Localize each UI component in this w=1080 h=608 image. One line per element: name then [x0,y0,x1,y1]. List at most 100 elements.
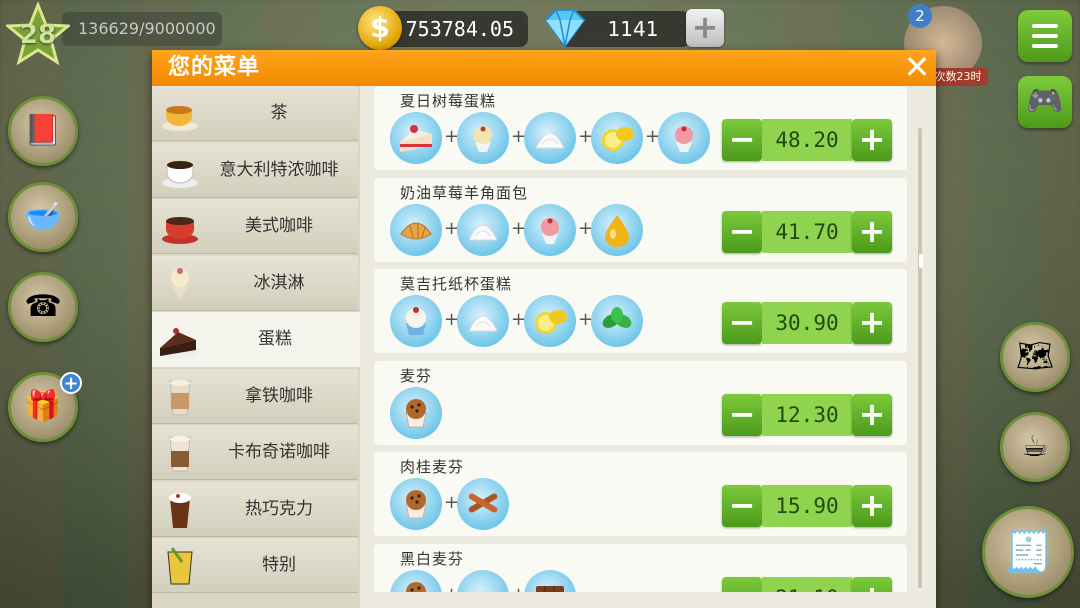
cinnamon-icon[interactable] [457,478,509,530]
gem-amount: 1141 [607,17,659,41]
cupcake-icon[interactable] [390,295,442,347]
price-stepper: −12.30 + [722,393,894,436]
recipe-card: 肉桂麦芬 + −15.90 + [374,452,907,536]
category-item[interactable]: 茶 [152,86,358,141]
recipe-card: 夏日树莓蛋糕 + + + + −48.20 + [374,86,907,170]
price-stepper: −48.20 + [722,119,894,161]
category-item[interactable]: 拿铁咖啡 [152,368,358,424]
recipe-card: 奶油草莓羊角面包 + + + −41.70 + [374,177,907,262]
menu-line [1032,34,1058,38]
cappuccino-icon [158,431,202,475]
scrollbar-thumb[interactable] [919,254,923,268]
recipe-name: 莫吉托纸杯蛋糕 [400,275,513,293]
whipped-cream-icon[interactable] [457,295,509,347]
category-item[interactable]: 意大利特浓咖啡 [152,142,358,198]
oil-drop-icon[interactable] [591,203,643,256]
category-label: 意大利特浓咖啡 [219,159,339,180]
increase-price-button[interactable]: + [852,485,892,527]
chocolate-icon[interactable] [524,569,576,592]
ingredients-button[interactable]: 🥣 [8,182,78,252]
decrease-price-button[interactable]: − [722,210,762,253]
vanilla-ice-cream-icon[interactable] [457,112,509,164]
category-label: 美式咖啡 [245,216,313,236]
diamond-icon [540,6,588,50]
menu-line [1032,24,1058,28]
event-badge-count: 2 [908,4,932,28]
category-item[interactable]: 蛋糕 [152,312,360,367]
coffee-cup-icon: ☕ [1021,429,1049,464]
croissant-icon[interactable] [390,203,442,256]
whipped-cream-icon[interactable] [457,569,509,592]
cash-register-icon: 🧾 [1003,529,1053,575]
decrease-price-button[interactable]: − [722,302,762,344]
hot-chocolate-icon [158,488,202,532]
category-label: 热巧克力 [245,498,313,519]
level-number: 28 [19,20,57,50]
whipped-cream-icon[interactable] [457,203,509,256]
recipe-book-button[interactable]: 📕 [8,96,78,166]
muffin-icon[interactable] [390,569,442,592]
price-value: 12.30 [762,393,852,436]
recipe-card: 麦芬 −12.30 + [374,360,907,445]
category-item[interactable]: 卡布奇诺咖啡 [152,425,358,480]
increase-price-button[interactable]: + [852,210,892,253]
coin-amount: 753784.05 [405,17,514,41]
phone-button[interactable]: ☎ [8,272,78,342]
ice-cream-icon [158,262,202,306]
decrease-price-button[interactable]: − [722,576,762,592]
add-gems-button[interactable]: + [686,9,724,47]
recipe-name: 夏日树莓蛋糕 [400,92,497,110]
whipped-cream-icon[interactable] [524,112,576,164]
dialog-title: 您的菜单 [168,55,261,80]
book-icon: 📕 [24,113,62,148]
recipe-name: 麦芬 [400,366,433,385]
category-item[interactable]: 美式咖啡 [152,199,358,254]
cash-register-button[interactable]: 🧾 [982,506,1074,598]
muffin-icon[interactable] [390,386,442,439]
menu-prices-button[interactable]: ☕ [1000,412,1070,482]
category-label: 冰淇淋 [253,272,305,293]
cake-slice-icon[interactable] [390,112,442,164]
category-sidebar: 茶意大利特浓咖啡 美式咖啡冰淇淋蛋糕拿铁咖啡卡布奇诺咖啡 热巧克力特别 [152,86,360,608]
tea-cup-icon [158,92,202,136]
xp-text: 136629/9000000 [78,19,216,38]
lemon-icon[interactable] [524,295,576,347]
event-timer: 次数23时 [928,68,988,86]
main-menu-button[interactable] [1018,10,1072,62]
decrease-price-button[interactable]: − [722,119,762,161]
category-label: 茶 [270,103,288,123]
recipe-list[interactable]: 夏日树莓蛋糕 + + + + −48.20 + 奶油草莓羊角面包 + + + −41.70 + 莫吉托纸杯… [364,86,930,592]
coin-icon: $ [358,6,402,50]
price-value: 15.90 [762,485,852,527]
strawberry-ice-cream-icon[interactable] [658,112,710,164]
increase-price-button[interactable]: + [852,393,892,436]
gamepad-button[interactable]: 🎮 [1018,76,1072,128]
american-coffee-icon [158,205,202,249]
increase-price-button[interactable]: + [852,119,892,161]
price-value: 48.20 [762,119,852,161]
price-stepper: −15.90 + [722,485,894,527]
dialog-header: 您的菜单 ✕ [152,50,936,86]
lemon-icon[interactable] [591,112,643,164]
category-item[interactable]: 热巧克力 [152,481,358,537]
category-label: 拿铁咖啡 [245,385,313,406]
muffin-icon[interactable] [390,478,442,530]
increase-price-button[interactable]: + [852,576,892,592]
strawberry-ice-cream-icon[interactable] [524,203,576,256]
recipe-card: 黑白麦芬++−21.10+ [374,543,907,592]
recipe-scrollbar[interactable] [918,128,922,588]
category-item[interactable]: 特别 [152,538,358,593]
recipe-card: 莫吉托纸杯蛋糕 + + + −30.90 + [374,269,907,353]
category-label: 蛋糕 [258,329,292,349]
category-item[interactable]: 冰淇淋 [152,255,358,311]
mint-icon[interactable] [591,295,643,347]
close-button[interactable]: ✕ [900,51,934,84]
menu-dialog: 您的菜单 ✕ 茶意大利特浓咖啡 美式咖啡冰淇淋蛋糕拿铁咖啡卡布奇诺咖啡 热巧克力特别… [152,50,936,608]
recipe-name: 肉桂麦芬 [400,458,465,476]
map-button[interactable]: 🗺 [1000,322,1070,392]
category-label: 卡布奇诺咖啡 [228,442,330,462]
decrease-price-button[interactable]: − [722,393,762,436]
price-stepper: −30.90 + [722,302,894,344]
decrease-price-button[interactable]: − [722,485,762,527]
increase-price-button[interactable]: + [852,302,892,344]
